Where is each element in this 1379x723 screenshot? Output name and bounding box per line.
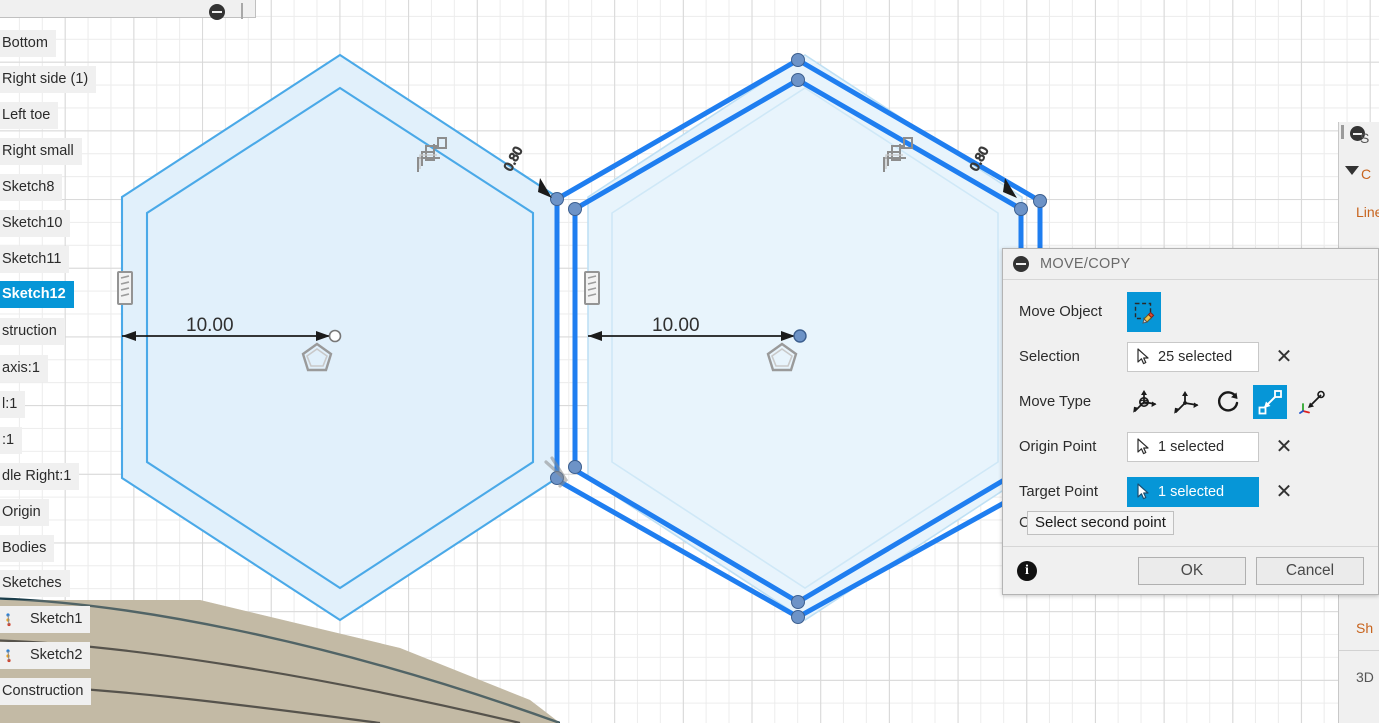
target-point-value: 1 selected	[1158, 483, 1225, 500]
collapse-minus-icon-top[interactable]	[209, 4, 225, 20]
tree-item-label: Sketch10	[2, 215, 63, 231]
selection-value: 25 selected	[1158, 348, 1233, 365]
dialog-title: MOVE/COPY	[1040, 256, 1131, 272]
point-to-position-icon[interactable]	[1295, 385, 1329, 419]
tree-item-construction[interactable]: Construction	[0, 678, 92, 705]
panel-divider	[241, 3, 243, 19]
vertical-constraint-icon-left[interactable]	[117, 271, 133, 305]
translate-axis-icon[interactable]	[1169, 385, 1203, 419]
tree-item-1[interactable]: :1	[0, 427, 23, 454]
tree-item-sketch2[interactable]: Sketch2	[0, 642, 91, 669]
dialog-footer: i OK Cancel	[1003, 546, 1378, 594]
arrow-cursor-icon	[1137, 348, 1149, 365]
selection-field[interactable]: 25 selected	[1127, 341, 1259, 372]
sketch-icon	[6, 649, 16, 663]
tooltip-select-second-point: Select second point	[1027, 511, 1174, 535]
move-copy-dialog[interactable]: MOVE/COPY Move Object Selection 25 selec…	[1002, 248, 1379, 595]
tree-item-label: :1	[2, 432, 15, 448]
origin-point-field[interactable]: 1 selected	[1127, 431, 1259, 462]
tree-item-label: dle Right:1	[2, 468, 72, 484]
tree-item-label: Construction	[2, 683, 84, 699]
info-icon[interactable]: i	[1017, 560, 1037, 581]
tree-item-label: struction	[2, 323, 57, 339]
target-point-row: Target Point 1 selected ✕	[1003, 469, 1378, 514]
origin-point-row: Origin Point 1 selected ✕	[1003, 424, 1378, 469]
tree-item-l-1[interactable]: l:1	[0, 391, 26, 418]
ok-button[interactable]: OK	[1138, 556, 1246, 585]
selection-label: Selection	[1019, 348, 1080, 365]
tree-item-sketch12[interactable]: Sketch12	[0, 281, 74, 308]
constraint-value-left: 0.80	[500, 144, 525, 173]
move-object-row: Move Object	[1003, 289, 1378, 334]
tree-item-sketch10[interactable]: Sketch10	[0, 210, 71, 237]
tree-item-label: Left toe	[2, 107, 51, 123]
free-move-icon[interactable]	[1127, 385, 1161, 419]
tree-item-label: l:1	[2, 396, 18, 412]
collapse-minus-icon[interactable]	[1013, 256, 1029, 272]
vertical-constraint-icon-mid[interactable]	[584, 271, 600, 305]
tree-item-axis-1[interactable]: axis:1	[0, 355, 48, 382]
sketch-icon	[6, 613, 16, 627]
right-panel-item[interactable]: C	[1361, 166, 1371, 182]
tree-item-dle-right-1[interactable]: dle Right:1	[0, 463, 80, 490]
tree-item-label: Sketch8	[2, 179, 55, 195]
right-panel-item[interactable]: S	[1360, 130, 1369, 146]
tree-item-label: Sketch1	[30, 611, 83, 627]
origin-point-clear-button[interactable]: ✕	[1271, 434, 1297, 460]
panel-rule-4	[1339, 650, 1379, 651]
dialog-titlebar[interactable]: MOVE/COPY	[1003, 249, 1378, 280]
tree-item-label: Sketch12	[2, 286, 66, 302]
target-point-clear-button[interactable]: ✕	[1271, 479, 1297, 505]
tree-item-bottom[interactable]: Bottom	[0, 30, 56, 57]
move-object-label: Move Object	[1019, 303, 1103, 320]
point-to-point-icon[interactable]	[1253, 384, 1287, 419]
tree-item-label: Origin	[2, 504, 41, 520]
tree-item-label: Sketch11	[2, 251, 62, 267]
right-panel-item[interactable]: Line	[1356, 204, 1379, 220]
target-point-label: Target Point	[1019, 483, 1098, 500]
right-panel-item[interactable]: Sh	[1356, 620, 1373, 636]
arrow-cursor-icon	[1137, 483, 1149, 500]
tree-item-label: Right small	[2, 143, 74, 159]
tree-item-right-small[interactable]: Right small	[0, 138, 82, 165]
tree-item-sketch8[interactable]: Sketch8	[0, 174, 63, 201]
tree-item-sketch1[interactable]: Sketch1	[0, 606, 91, 633]
sketch-object-icon[interactable]	[1127, 291, 1161, 332]
rotate-icon[interactable]	[1211, 385, 1245, 419]
tree-item-struction[interactable]: struction	[0, 318, 65, 345]
arrow-cursor-icon	[1137, 438, 1149, 455]
tree-item-left-toe[interactable]: Left toe	[0, 102, 59, 129]
origin-point-label: Origin Point	[1019, 438, 1097, 455]
selection-clear-button[interactable]: ✕	[1271, 344, 1297, 370]
panel-grip[interactable]	[1341, 125, 1344, 139]
dimension-value-right: 10.00	[652, 315, 700, 336]
tree-item-right-side-1[interactable]: Right side (1)	[0, 66, 97, 93]
tree-item-sketches[interactable]: Sketches	[0, 570, 70, 597]
tree-item-label: axis:1	[2, 360, 40, 376]
tree-item-origin[interactable]: Origin	[0, 499, 49, 526]
origin-point-value: 1 selected	[1158, 438, 1225, 455]
move-type-label: Move Type	[1019, 393, 1092, 410]
tree-item-bodies[interactable]: Bodies	[0, 535, 55, 562]
tree-item-label: Right side (1)	[2, 71, 89, 87]
cancel-button[interactable]: Cancel	[1256, 556, 1364, 585]
dialog-body[interactable]: Move Object Selection 25 selected ✕ Move…	[1003, 280, 1378, 546]
tree-item-label: Sketch2	[30, 647, 83, 663]
right-panel-item[interactable]: 3D	[1356, 669, 1374, 685]
tree-item-label: Bodies	[2, 540, 47, 556]
selection-row: Selection 25 selected ✕	[1003, 334, 1378, 379]
top-panel-fragment	[0, 0, 256, 20]
dimension-value-left: 10.00	[186, 315, 234, 336]
chevron-down-icon[interactable]	[1345, 166, 1359, 175]
move-type-row: Move Type	[1003, 379, 1378, 424]
target-point-field[interactable]: 1 selected	[1127, 476, 1259, 507]
tree-item-sketch11[interactable]: Sketch11	[0, 246, 70, 273]
tree-item-label: Sketches	[2, 575, 62, 591]
tree-item-label: Bottom	[2, 35, 48, 51]
